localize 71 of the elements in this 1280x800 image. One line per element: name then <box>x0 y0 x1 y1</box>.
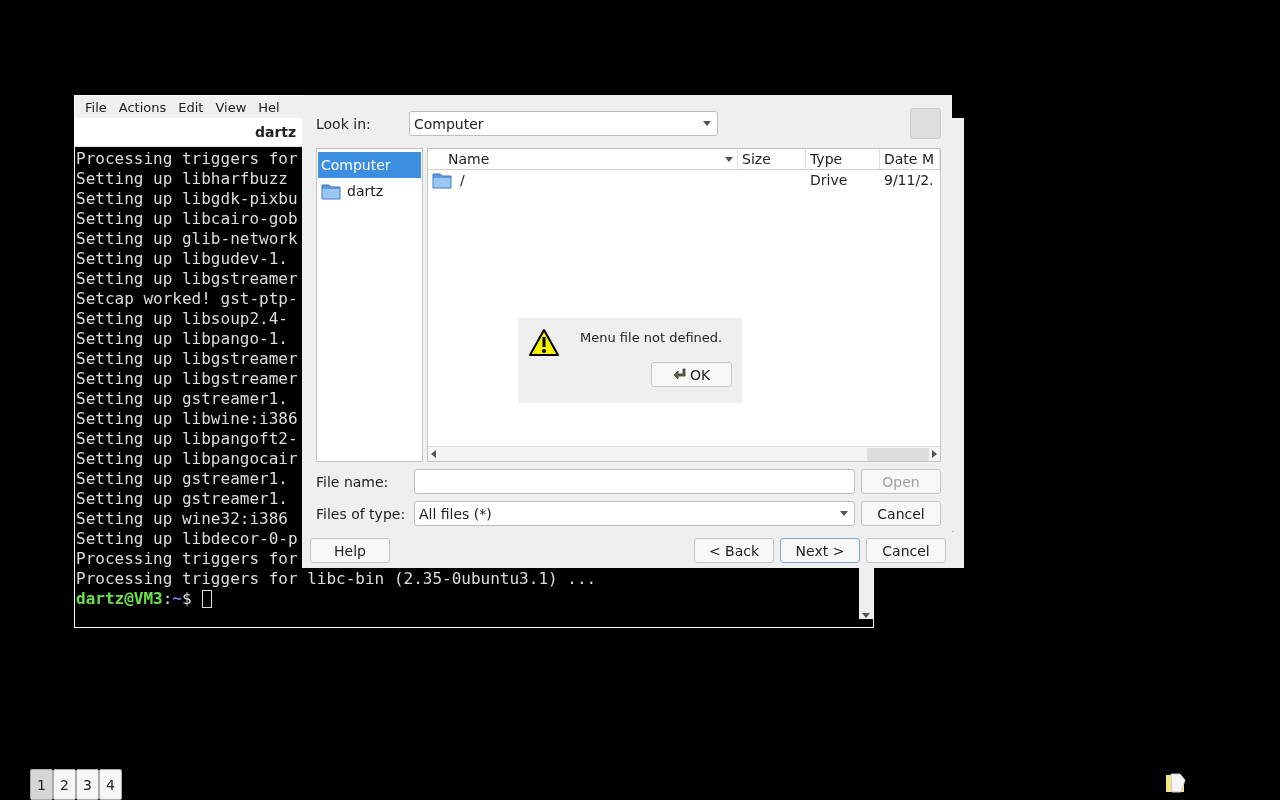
message-text: Menu file not defined. <box>580 330 723 345</box>
menu-item[interactable]: Edit <box>172 99 210 115</box>
column-header[interactable]: Date M <box>880 149 940 169</box>
type-cell-text: Drive <box>809 172 849 188</box>
workspace-button[interactable]: 4 <box>99 769 122 800</box>
warning-icon <box>528 328 560 358</box>
file-name-cell[interactable]: / <box>428 171 806 189</box>
right-arrow-icon[interactable] <box>932 450 937 458</box>
scrollbar-thumb[interactable] <box>867 447 929 461</box>
clipboard-icon[interactable] <box>1164 773 1186 793</box>
look-in-dropdown[interactable]: Computer <box>409 111 718 136</box>
terminal-line: Setting up libpangocair <box>76 449 298 469</box>
prompt-path: ~ <box>172 589 182 609</box>
menu-item[interactable]: File <box>79 99 113 115</box>
column-header[interactable]: Type <box>806 149 880 169</box>
terminal-line: Setting up libgstreamer <box>76 269 298 289</box>
column-header[interactable]: Size <box>738 149 806 169</box>
terminal-line: Setting up gstreamer1. <box>76 469 288 489</box>
prompt-symbol: $ <box>182 589 192 609</box>
terminal-line: Setcap worked! gst-ptp- <box>76 289 298 309</box>
enter-arrow-icon <box>672 367 687 382</box>
folder-icon <box>432 171 452 189</box>
window-title: dartz <box>255 124 297 140</box>
prompt-separator: : <box>162 589 173 609</box>
wizard-button[interactable]: Next > <box>780 538 860 563</box>
down-arrow-icon[interactable] <box>862 613 870 619</box>
column-header[interactable]: Name <box>428 149 738 169</box>
cursor <box>201 590 212 608</box>
terminal-line: Setting up libgstreamer <box>76 349 298 369</box>
terminal-line: Setting up gstreamer1. <box>76 389 288 409</box>
wizard-button[interactable]: Cancel <box>866 538 946 563</box>
left-arrow-icon[interactable] <box>431 450 436 458</box>
terminal-line: Processing triggers for <box>76 149 298 169</box>
place-item[interactable]: dartz <box>318 178 421 204</box>
prompt-user: dartz@VM3 <box>76 589 163 609</box>
wizard-button[interactable]: < Back <box>694 538 774 563</box>
menu-item[interactable]: Actions <box>112 99 173 115</box>
sort-icon <box>725 156 733 162</box>
look-in-label: Look in: <box>316 115 372 132</box>
terminal-line: Setting up libharfbuzz <box>76 169 288 189</box>
folder-icon <box>321 182 341 200</box>
terminal-line: Setting up libgdk-pixbu <box>76 189 298 209</box>
horizontal-scrollbar[interactable] <box>428 446 940 461</box>
caret-icon <box>840 511 848 516</box>
ok-button[interactable]: OK <box>651 362 732 387</box>
terminal-line: Setting up libgstreamer <box>76 369 298 389</box>
terminal-line: Processing triggers for <box>76 549 298 569</box>
cancel-button[interactable]: Cancel <box>861 501 941 526</box>
menu-item[interactable]: View <box>209 99 253 115</box>
file-type-label: Files of type: <box>316 505 407 522</box>
file-type-dropdown[interactable]: All files (*) <box>413 501 855 526</box>
menu-item[interactable]: Hel <box>252 99 286 115</box>
file-name-field[interactable] <box>413 469 855 494</box>
terminal-line: Setting up wine32:i386 <box>76 509 288 529</box>
terminal-line: Setting up glib-network <box>76 229 298 249</box>
terminal-line: Setting up libsoup2.4- <box>76 309 288 329</box>
workspace-button[interactable]: 3 <box>76 769 99 800</box>
date-cell-text: 9/11/2. <box>883 172 932 188</box>
workspace-button[interactable]: 2 <box>53 769 76 800</box>
terminal-line: Setting up libwine:i386 <box>76 409 298 429</box>
terminal-line: Setting up libcairo-gob <box>76 209 298 229</box>
terminal-line: Setting up gstreamer1. <box>76 489 288 509</box>
terminal-line: Setting up libdecor-0-p <box>76 529 298 549</box>
terminal-line: Setting up libpango-1. <box>76 329 288 349</box>
caret-icon <box>703 121 711 126</box>
terminal-line: Setting up libgudev-1. <box>76 249 288 269</box>
file-name-label: File name: <box>316 473 390 490</box>
wizard-button[interactable]: Help <box>310 538 390 563</box>
workspace-button[interactable]: 1 <box>30 769 53 800</box>
terminal-line: Setting up libpangoft2- <box>76 429 298 449</box>
terminal-line: Processing triggers for libc-bin (2.35-0ubuntu3.1) ... <box>76 569 597 589</box>
